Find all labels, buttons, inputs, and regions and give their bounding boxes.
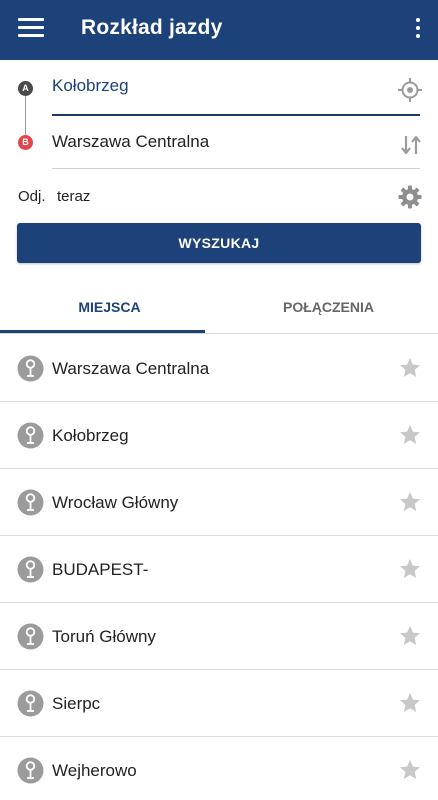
station-pin-icon <box>17 556 44 583</box>
place-name: Toruń Główny <box>52 627 156 646</box>
star-favorite-icon[interactable] <box>398 758 422 782</box>
route-connector-line <box>25 96 26 135</box>
list-item[interactable]: Wrocław Główny <box>0 469 438 536</box>
place-name: Wejherowo <box>52 761 137 780</box>
place-name: Warszawa Centralna <box>52 359 210 378</box>
tab-bar: MIEJSCA POŁĄCZENIA <box>0 284 438 334</box>
gps-locate-icon[interactable] <box>396 76 424 104</box>
station-pin-icon <box>17 690 44 717</box>
place-name: Wrocław Główny <box>52 493 179 512</box>
gear-icon[interactable] <box>397 184 423 210</box>
route-form: A B Kołobrzeg Warszawa Centralna <box>0 60 438 169</box>
star-favorite-icon[interactable] <box>398 356 422 380</box>
list-item[interactable]: Wejherowo <box>0 737 438 800</box>
list-item[interactable]: BUDAPEST- <box>0 536 438 603</box>
page-title: Rozkład jazdy <box>81 16 223 39</box>
star-favorite-icon[interactable] <box>398 557 422 581</box>
departure-label: Odj. <box>18 188 46 205</box>
station-pin-icon <box>17 489 44 516</box>
search-button[interactable]: WYSZUKAJ <box>17 223 421 263</box>
from-field-underline <box>52 114 420 116</box>
tab-connections[interactable]: POŁĄCZENIA <box>219 284 438 334</box>
star-favorite-icon[interactable] <box>398 691 422 715</box>
place-name: Sierpc <box>52 694 101 713</box>
list-item[interactable]: Toruń Główny <box>0 603 438 670</box>
tab-places[interactable]: MIEJSCA <box>0 284 219 334</box>
star-favorite-icon[interactable] <box>398 423 422 447</box>
swap-vertical-icon[interactable] <box>398 132 424 158</box>
star-favorite-icon[interactable] <box>398 490 422 514</box>
hamburger-menu-icon[interactable] <box>18 18 44 42</box>
station-pin-icon <box>17 355 44 382</box>
station-pin-icon <box>17 623 44 650</box>
station-pin-icon <box>17 422 44 449</box>
station-pin-icon <box>17 757 44 784</box>
list-item[interactable]: Warszawa Centralna <box>0 335 438 402</box>
list-item[interactable]: Sierpc <box>0 670 438 737</box>
marker-a-badge: A <box>18 81 33 96</box>
to-field-underline <box>52 168 420 169</box>
to-station-input[interactable]: Warszawa Centralna <box>52 132 382 156</box>
departure-time-row: Odj. teraz <box>0 180 438 214</box>
list-item[interactable]: Kołobrzeg <box>0 402 438 469</box>
app-bar: Rozkład jazdy <box>0 0 438 60</box>
places-list: Warszawa Centralna Kołobrzeg Wrocław Głó… <box>0 335 438 800</box>
marker-b-badge: B <box>18 135 33 150</box>
from-station-input[interactable]: Kołobrzeg <box>52 76 392 100</box>
more-vertical-icon[interactable] <box>414 18 422 42</box>
place-name: Kołobrzeg <box>52 426 129 445</box>
star-favorite-icon[interactable] <box>398 624 422 648</box>
active-tab-indicator <box>0 330 205 333</box>
place-name: BUDAPEST- <box>52 560 149 579</box>
departure-time-value[interactable]: teraz <box>57 188 90 205</box>
